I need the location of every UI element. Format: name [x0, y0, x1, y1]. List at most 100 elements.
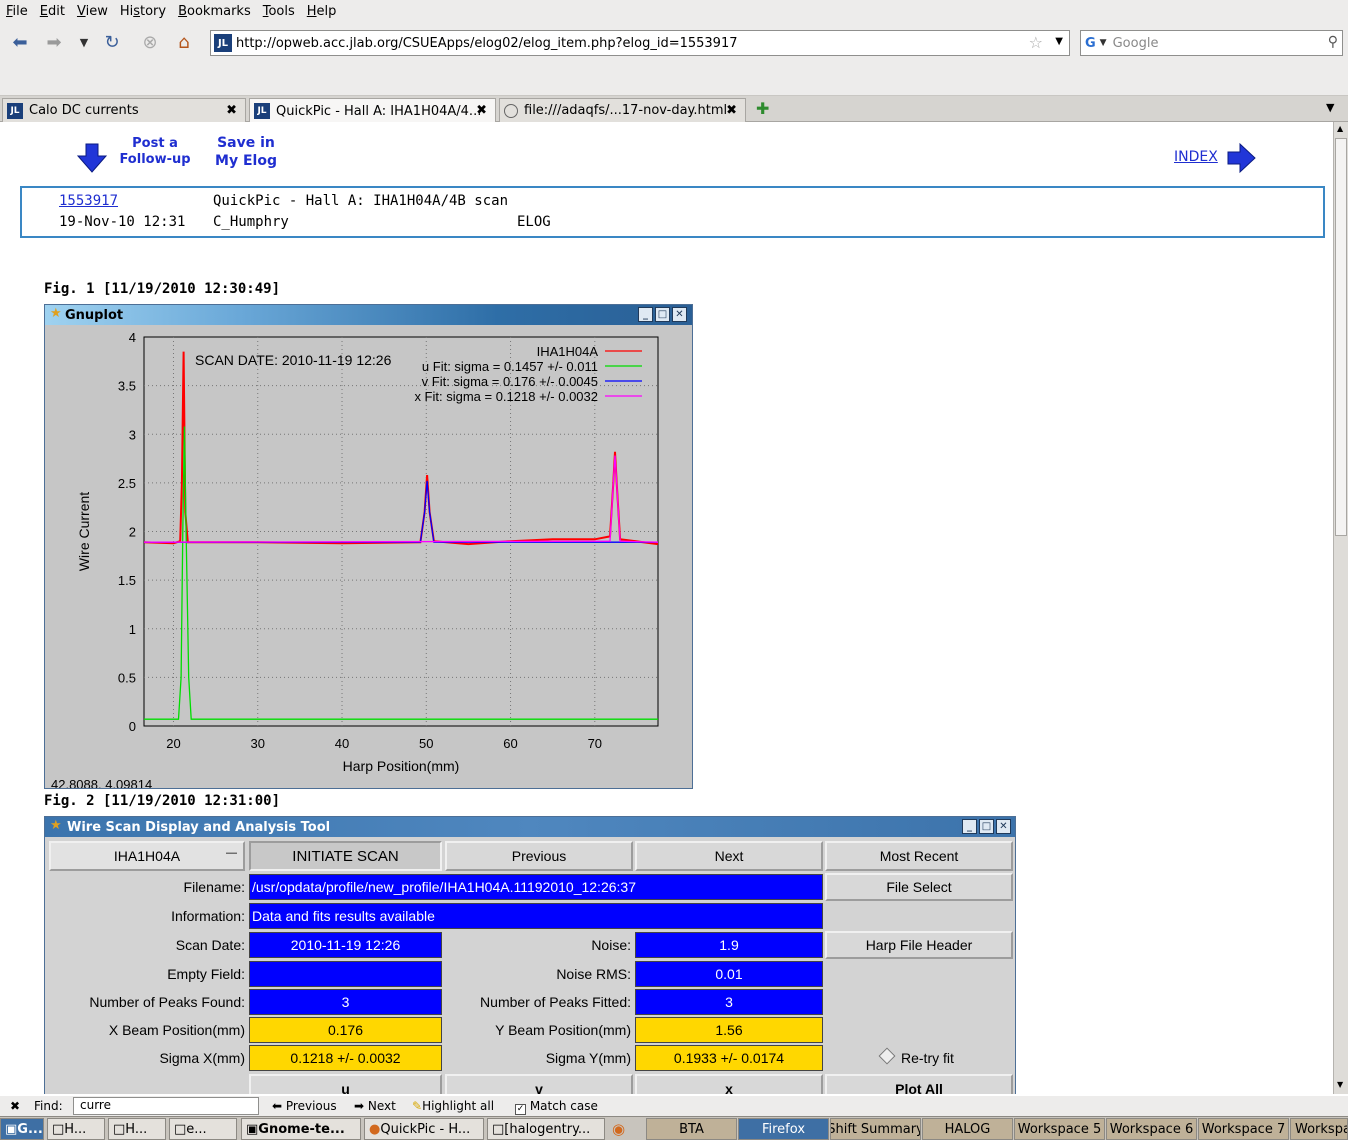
window-menu-star-icon[interactable]: ★: [50, 818, 62, 833]
save-in-my-elog-link[interactable]: Save in My Elog: [212, 134, 280, 170]
maximize-icon[interactable]: □: [655, 307, 670, 322]
taskbar-item[interactable]: □ H...: [108, 1118, 166, 1140]
harp-select-value: IHA1H04A: [113, 848, 181, 864]
taskbar-item[interactable]: ▣ Gnome-te...: [241, 1118, 361, 1140]
most-recent-button[interactable]: Most Recent: [825, 841, 1013, 871]
retry-fit-radio[interactable]: [878, 1047, 896, 1065]
url-dropdown-icon[interactable]: ▼: [1055, 36, 1063, 47]
index-link[interactable]: INDEX: [1174, 149, 1218, 165]
tab-calo-dc-currents[interactable]: JL Calo DC currents ✖: [2, 98, 246, 122]
workspace-bta[interactable]: BTA: [646, 1118, 737, 1140]
minimize-icon[interactable]: _: [962, 819, 977, 834]
taskbar-item[interactable]: ● QuickPic - H...: [364, 1118, 484, 1140]
menu-item[interactable]: Help: [301, 4, 343, 19]
menu-item[interactable]: File: [0, 4, 34, 19]
search-placeholder[interactable]: Google: [1113, 36, 1159, 51]
new-tab-plus-icon[interactable]: ✚: [756, 99, 769, 118]
retry-fit-label[interactable]: Re-try fit: [901, 1046, 961, 1070]
window-menu-star-icon[interactable]: ★: [50, 306, 62, 321]
next-button[interactable]: Next: [635, 841, 823, 871]
workspace-6[interactable]: Workspace 6: [1106, 1118, 1197, 1140]
initiate-scan-button[interactable]: INITIATE SCAN: [249, 841, 442, 871]
close-findbar-icon[interactable]: ✖: [10, 1099, 20, 1113]
close-icon[interactable]: ✕: [996, 819, 1011, 834]
close-icon[interactable]: ✕: [672, 307, 687, 322]
workspace-5[interactable]: Workspace 5: [1014, 1118, 1105, 1140]
harp-select-dropdown[interactable]: IHA1H04A —: [49, 841, 245, 871]
save-elog-line2[interactable]: My Elog: [212, 152, 280, 170]
workspace-shift-summary[interactable]: Shift Summary: [830, 1118, 921, 1140]
taskbar-item[interactable]: □ [halogentry...: [487, 1118, 605, 1140]
plot-x-button[interactable]: x: [635, 1074, 823, 1094]
vertical-scrollbar[interactable]: ▲ ▼: [1333, 122, 1348, 1094]
series-line: [143, 455, 659, 543]
tab-close-icon[interactable]: ✖: [726, 103, 737, 118]
y-tick-label: 4: [129, 330, 136, 345]
tab-quickpic[interactable]: JL QuickPic - Hall A: IHA1H04A/4... ✖: [249, 98, 496, 123]
previous-button[interactable]: Previous: [445, 841, 633, 871]
search-engine-dropdown-icon[interactable]: ▼: [1100, 38, 1107, 48]
workspace-8[interactable]: Workspa: [1290, 1118, 1348, 1140]
post-followup-line1[interactable]: Post a: [118, 136, 192, 152]
minimize-icon[interactable]: _: [638, 307, 653, 322]
save-elog-line1[interactable]: Save in: [212, 134, 280, 152]
find-label: Find:: [34, 1099, 63, 1113]
stop-icon[interactable]: ⊗: [138, 30, 162, 54]
y-beam-position-label: Y Beam Position(mm): [495, 1022, 631, 1038]
entry-id-link[interactable]: 1553917: [59, 193, 118, 209]
filename-field[interactable]: /usr/opdata/profile/new_profile/IHA1H04A…: [249, 874, 823, 900]
home-icon[interactable]: ⌂: [172, 30, 196, 54]
checkbox-icon[interactable]: ✓: [515, 1104, 526, 1115]
maximize-icon[interactable]: □: [979, 819, 994, 834]
tab-list-dropdown-icon[interactable]: ▼: [1326, 101, 1334, 114]
y-axis-label: Wire Current: [76, 492, 92, 571]
forward-arrow-icon[interactable]: ➡: [42, 30, 66, 54]
scroll-down-icon[interactable]: ▼: [1337, 1080, 1343, 1089]
post-followup-line2[interactable]: Follow-up: [118, 152, 192, 168]
right-arrow-icon[interactable]: [1226, 142, 1256, 178]
harp-file-header-button[interactable]: Harp File Header: [825, 931, 1013, 959]
workspace-7[interactable]: Workspace 7: [1198, 1118, 1289, 1140]
plot-v-button[interactable]: v: [445, 1074, 633, 1094]
plot-u-button[interactable]: u: [249, 1074, 442, 1094]
find-next-button[interactable]: ➡ Next: [354, 1099, 396, 1113]
workspace-firefox[interactable]: Firefox: [738, 1118, 829, 1140]
menu-item-accelerator: V: [76, 3, 86, 19]
menu-item[interactable]: Edit: [34, 4, 71, 19]
cursor-coordinates: 42.8088, 4.09814: [51, 777, 153, 789]
back-arrow-icon[interactable]: ⬅: [8, 30, 32, 54]
menu-item[interactable]: Tools: [257, 4, 301, 19]
tab-file-adaqfs[interactable]: file:///adaqfs/...17-nov-day.html ✖: [499, 98, 746, 122]
plot-all-button[interactable]: Plot All: [825, 1074, 1013, 1094]
find-previous-button[interactable]: ⬅ Previous: [272, 1099, 337, 1113]
search-bar[interactable]: G ▼ Google ⚲: [1080, 30, 1343, 56]
reload-icon[interactable]: ↻: [100, 30, 124, 54]
menu-item[interactable]: History: [114, 4, 172, 19]
find-input[interactable]: curre: [73, 1097, 259, 1115]
url-text[interactable]: http://opweb.acc.jlab.org/CSUEApps/elog0…: [236, 36, 738, 51]
bookmark-star-icon[interactable]: ☆: [1029, 33, 1043, 52]
highlight-all-button[interactable]: ✎Highlight all: [412, 1099, 494, 1113]
google-icon[interactable]: G: [1085, 36, 1096, 51]
taskbar-item[interactable]: □ e...: [169, 1118, 237, 1140]
post-followup-link[interactable]: Post a Follow-up: [118, 136, 192, 168]
firefox-launcher-icon[interactable]: ◉: [612, 1120, 625, 1138]
taskbar-item[interactable]: □ H...: [47, 1118, 105, 1140]
window-icon: □: [113, 1121, 126, 1137]
scrollbar-thumb[interactable]: [1335, 138, 1347, 536]
sigma-x-label: Sigma X(mm): [159, 1050, 245, 1066]
menu-item[interactable]: Bookmarks: [172, 4, 257, 19]
match-case-checkbox[interactable]: ✓ Match case: [515, 1099, 598, 1115]
tab-close-icon[interactable]: ✖: [476, 103, 487, 118]
x-tick-label: 60: [503, 736, 517, 751]
search-icon[interactable]: ⚲: [1328, 34, 1338, 50]
taskbar-item[interactable]: ▣ G...: [0, 1118, 44, 1140]
menu-item[interactable]: View: [71, 4, 114, 19]
file-select-button[interactable]: File Select: [825, 873, 1013, 901]
down-arrow-icon[interactable]: [76, 142, 108, 178]
url-bar[interactable]: JL http://opweb.acc.jlab.org/CSUEApps/el…: [210, 30, 1070, 56]
scroll-up-icon[interactable]: ▲: [1337, 124, 1343, 133]
workspace-halog[interactable]: HALOG: [922, 1118, 1013, 1140]
history-dropdown-icon[interactable]: ▼: [72, 30, 96, 54]
tab-close-icon[interactable]: ✖: [226, 103, 237, 118]
